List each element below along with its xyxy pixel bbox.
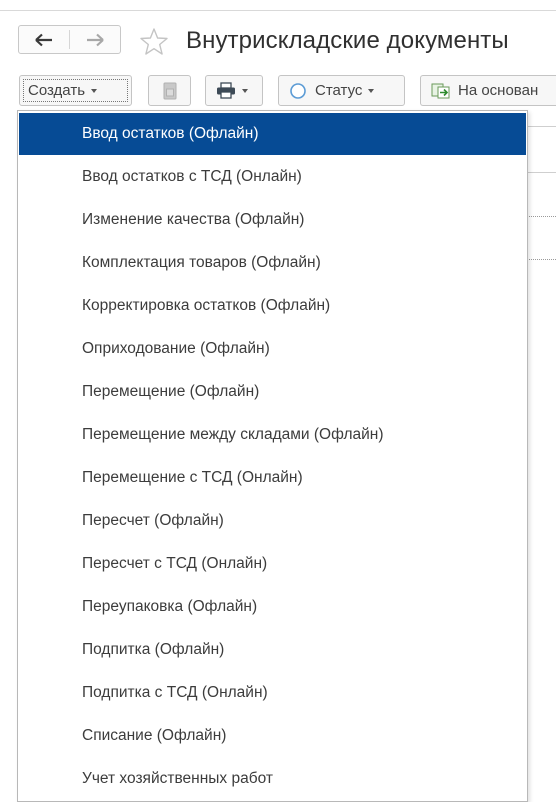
menu-item-label: Комплектация товаров (Офлайн): [82, 254, 321, 271]
menu-item-label: Ввод остатков (Офлайн): [82, 125, 259, 142]
chevron-down-icon: [368, 88, 375, 93]
menu-item[interactable]: Комплектация товаров (Офлайн): [19, 242, 526, 284]
menu-item-label: Корректировка остатков (Офлайн): [82, 297, 331, 314]
table-row-divider: [527, 216, 556, 217]
create-based-on-icon: [431, 83, 450, 98]
menu-item[interactable]: Оприходование (Офлайн): [19, 328, 526, 370]
menu-item-label: Перемещение между складами (Офлайн): [82, 426, 384, 443]
window-top-border: [0, 10, 556, 11]
documents-list[interactable]: [527, 124, 556, 802]
arrow-left-icon: [35, 33, 52, 46]
menu-item[interactable]: Перемещение с ТСД (Онлайн): [19, 457, 526, 499]
forward-button[interactable]: [70, 26, 120, 53]
menu-item-label: Списание (Офлайн): [82, 727, 227, 744]
copy-button[interactable]: [148, 75, 191, 106]
menu-item-label: Изменение качества (Офлайн): [82, 211, 305, 228]
menu-item-label: Пересчет (Офлайн): [82, 512, 224, 529]
printer-icon: [217, 82, 235, 99]
table-header-border: [527, 172, 556, 173]
menu-item-label: Пересчет с ТСД (Онлайн): [82, 555, 268, 572]
menu-item[interactable]: Подпитка (Офлайн): [19, 629, 526, 671]
menu-item[interactable]: Ввод остатков (Офлайн): [19, 113, 526, 155]
menu-item-label: Переупаковка (Офлайн): [82, 598, 258, 615]
menu-item-label: Подпитка (Офлайн): [82, 641, 225, 658]
menu-item[interactable]: Корректировка остатков (Офлайн): [19, 285, 526, 327]
create-button[interactable]: Создать: [19, 75, 132, 106]
menu-item-label: Ввод остатков с ТСД (Онлайн): [82, 168, 302, 185]
menu-item[interactable]: Переупаковка (Офлайн): [19, 586, 526, 628]
menu-item[interactable]: Учет хозяйственных работ: [19, 758, 526, 800]
menu-item-label: Перемещение (Офлайн): [82, 383, 260, 400]
create-button-label: Создать: [28, 82, 86, 99]
status-button-label: Статус: [315, 82, 363, 99]
menu-item[interactable]: Перемещение между складами (Офлайн): [19, 414, 526, 456]
menu-item-label: Подпитка с ТСД (Онлайн): [82, 684, 268, 701]
menu-item[interactable]: Пересчет (Офлайн): [19, 500, 526, 542]
create-dropdown-menu: Ввод остатков (Офлайн) Ввод остатков с Т…: [17, 110, 528, 802]
menu-item-label: Оприходование (Офлайн): [82, 340, 270, 357]
menu-item[interactable]: Подпитка с ТСД (Онлайн): [19, 672, 526, 714]
create-based-on-label: На основан: [458, 82, 539, 99]
chevron-down-icon: [242, 88, 248, 93]
table-row-divider: [527, 259, 556, 260]
menu-item[interactable]: Изменение качества (Офлайн): [19, 199, 526, 241]
circle-icon: [290, 82, 306, 99]
copy-icon: [163, 82, 176, 99]
page-title: Внутрискладские документы: [186, 27, 509, 54]
menu-item[interactable]: Ввод остатков с ТСД (Онлайн): [19, 156, 526, 198]
menu-item[interactable]: Пересчет с ТСД (Онлайн): [19, 543, 526, 585]
arrow-right-icon: [87, 33, 104, 46]
favorite-button[interactable]: [137, 25, 171, 57]
menu-item-label: Учет хозяйственных работ: [82, 770, 273, 787]
menu-item[interactable]: Перемещение (Офлайн): [19, 371, 526, 413]
chevron-down-icon: [91, 88, 98, 93]
navigation-buttons: [18, 25, 121, 54]
menu-item[interactable]: Списание (Офлайн): [19, 715, 526, 757]
back-button[interactable]: [19, 26, 69, 53]
create-based-on-button[interactable]: На основан: [420, 75, 556, 106]
print-button[interactable]: [205, 75, 263, 106]
star-icon: [140, 27, 168, 55]
table-header-border: [527, 126, 556, 127]
status-button[interactable]: Статус: [278, 75, 405, 106]
menu-item-label: Перемещение с ТСД (Онлайн): [82, 469, 303, 486]
